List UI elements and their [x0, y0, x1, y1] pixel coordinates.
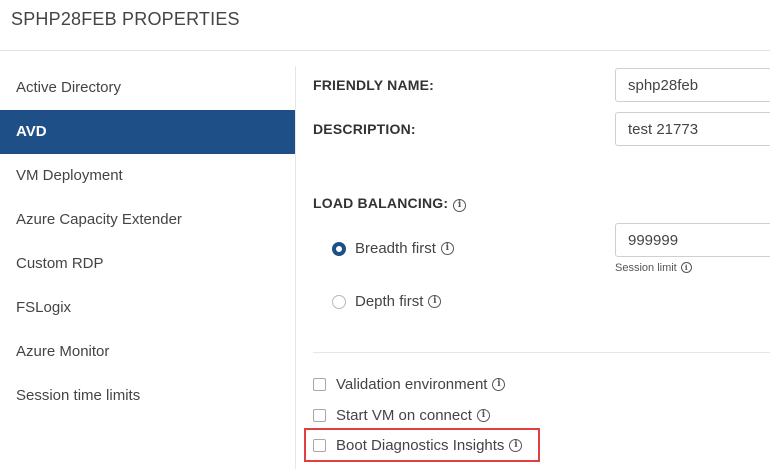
sidebar-item-avd[interactable]: AVD — [0, 110, 295, 154]
sidebar-item-azure-monitor[interactable]: Azure Monitor — [0, 330, 295, 374]
depth-first-label: Depth first — [355, 293, 424, 310]
sidebar: Active Directory AVD VM Deployment Azure… — [0, 66, 295, 418]
sidebar-item-custom-rdp[interactable]: Custom RDP — [0, 242, 295, 286]
start-vm-on-connect-label: Start VM on connect — [336, 407, 472, 424]
sidebar-item-azure-capacity-extender[interactable]: Azure Capacity Extender — [0, 198, 295, 242]
validation-environment-option[interactable]: Validation environment i — [313, 376, 506, 393]
sidebar-item-fslogix[interactable]: FSLogix — [0, 286, 295, 330]
page-title: SPHP28FEB PROPERTIES — [11, 9, 240, 29]
validation-environment-checkbox[interactable] — [313, 378, 326, 391]
section-divider — [313, 352, 770, 353]
info-icon[interactable]: i — [476, 409, 490, 422]
sidebar-item-vm-deployment[interactable]: VM Deployment — [0, 154, 295, 198]
depth-first-radio[interactable] — [332, 294, 346, 309]
info-icon[interactable]: i — [440, 242, 454, 255]
sidebar-item-session-time-limits[interactable]: Session time limits — [0, 374, 295, 418]
depth-first-option[interactable]: Depth first i — [332, 293, 442, 310]
highlight-box — [304, 428, 540, 462]
description-label: DESCRIPTION: — [313, 121, 416, 137]
breadth-first-label: Breadth first — [355, 240, 436, 257]
description-input[interactable] — [615, 112, 770, 146]
load-balancing-label-text: LOAD BALANCING: — [313, 195, 449, 211]
start-vm-on-connect-option[interactable]: Start VM on connect i — [313, 407, 490, 424]
friendly-name-label: FRIENDLY NAME: — [313, 77, 435, 93]
start-vm-on-connect-checkbox[interactable] — [313, 409, 326, 422]
breadth-first-option[interactable]: Breadth first i — [332, 240, 454, 257]
session-limit-input[interactable] — [615, 223, 770, 257]
breadth-first-radio[interactable] — [332, 241, 346, 256]
header: SPHP28FEB PROPERTIES — [0, 0, 770, 51]
info-icon[interactable]: i — [680, 262, 692, 273]
friendly-name-input[interactable] — [615, 68, 770, 102]
info-icon[interactable]: i — [453, 199, 467, 212]
sidebar-divider — [295, 66, 296, 469]
info-icon[interactable]: i — [428, 295, 442, 308]
info-icon[interactable]: i — [492, 378, 506, 391]
validation-environment-label: Validation environment — [336, 376, 488, 393]
sidebar-item-active-directory[interactable]: Active Directory — [0, 66, 295, 110]
session-limit-label: Session limit — [615, 262, 677, 274]
session-limit-hint: Session limit i — [615, 262, 692, 274]
load-balancing-label: LOAD BALANCING: i — [313, 195, 467, 212]
